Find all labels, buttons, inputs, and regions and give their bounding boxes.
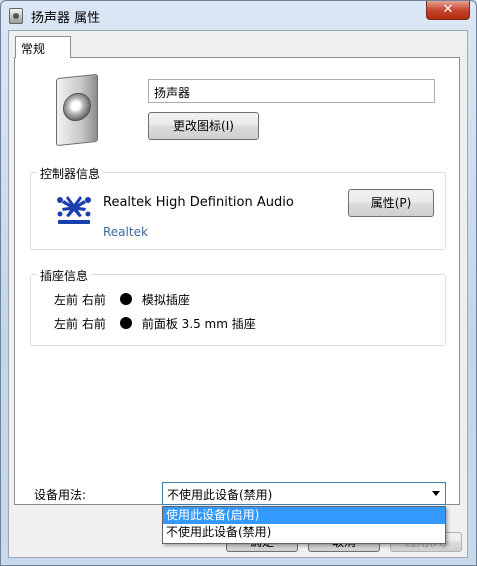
jack-type: 前面板 3.5 mm 插座 [141,317,256,331]
chevron-down-icon[interactable] [432,491,440,496]
title-bar[interactable]: 扬声器 属性 ✕ [1,1,476,31]
usage-option-disable[interactable]: 不使用此设备(禁用) [163,524,445,541]
jack-legend: 插座信息 [37,267,92,284]
usage-option-enable[interactable]: 使用此设备(启用) [163,507,445,524]
device-usage-select[interactable]: 不使用此设备(禁用) [162,482,446,505]
jack-row: 左前 右前 模拟插座 [54,291,190,308]
controller-vendor: Realtek [103,225,148,239]
controller-name: Realtek High Definition Audio [103,195,294,210]
controller-properties-button[interactable]: 属性(P) [348,189,434,217]
speaker-icon [9,8,23,24]
jack-channels: 左前 右前 [54,293,106,307]
close-button[interactable]: ✕ [426,1,470,20]
window-title: 扬声器 属性 [31,11,101,26]
jack-color-dot [119,317,132,329]
jack-row: 左前 右前 前面板 3.5 mm 插座 [54,315,256,332]
jack-type: 模拟插座 [141,293,190,307]
device-name-field[interactable]: 扬声器 [148,79,435,103]
speaker-cone-icon [63,91,91,123]
device-usage-selected: 不使用此设备(禁用) [167,488,273,502]
device-usage-label: 设备用法: [34,488,87,502]
jack-channels: 左前 右前 [54,317,106,331]
tab-general[interactable]: 常规 [15,36,71,58]
jack-groupbox: 插座信息 [30,267,446,346]
device-speaker-icon [56,73,98,147]
device-usage-dropdown: 使用此设备(启用) 不使用此设备(禁用) [162,506,446,544]
realtek-logo-icon [57,196,91,224]
controller-legend: 控制器信息 [37,165,104,182]
jack-color-dot [119,293,132,305]
change-icon-button[interactable]: 更改图标(I) [148,112,259,140]
